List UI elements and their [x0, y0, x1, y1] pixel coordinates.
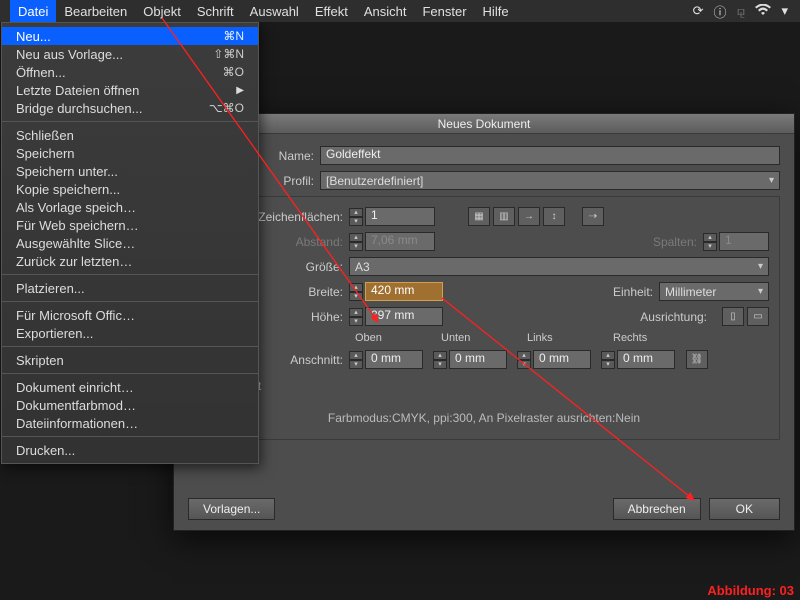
bleed-top-stepper[interactable]: ▴▾ [349, 351, 363, 369]
bleed-bottom-stepper[interactable]: ▴▾ [433, 351, 447, 369]
link-bleed-icon[interactable]: ⛓ [686, 350, 708, 369]
menu-bearbeiten[interactable]: Bearbeiten [56, 0, 135, 22]
advanced-section-toggle[interactable]: ▶ Erweitert [201, 379, 769, 393]
menu-item[interactable]: Für Web speichern… [2, 216, 258, 234]
new-document-dialog: Neues Dokument Name: Goldeffekt Profil: … [173, 113, 795, 531]
menu-item[interactable]: Drucken... [2, 441, 258, 459]
settings-panel: Anzahl an Zeichenflächen: ▴▾ 1 ▦ ▥ → ↕ ⇢… [188, 196, 780, 440]
grid-by-row-icon[interactable]: ▦ [468, 207, 490, 226]
menu-item[interactable]: Dokumentfarbmod… [2, 396, 258, 414]
templates-button[interactable]: Vorlagen... [188, 498, 275, 520]
menu-schrift[interactable]: Schrift [189, 0, 242, 22]
menu-item[interactable]: Kopie speichern... [2, 180, 258, 198]
row-ltr-icon[interactable]: → [518, 207, 540, 226]
bleed-right-label: Rechts [613, 332, 685, 344]
width-stepper[interactable]: ▴▾ [349, 283, 363, 301]
rearrange-icon[interactable]: ⇢ [582, 207, 604, 226]
bleed-left-label: Links [527, 332, 613, 344]
unit-dropdown[interactable]: Millimeter [659, 282, 769, 301]
columns-stepper: ▴▾ [703, 233, 717, 251]
figure-caption: Abbildung: 03 [707, 583, 794, 598]
spacing-input: 7,06 mm [365, 232, 435, 251]
menu-auswahl[interactable]: Auswahl [242, 0, 307, 22]
orientation-landscape-icon[interactable]: ▭ [747, 307, 769, 326]
menu-item[interactable]: Neu...⌘N [2, 27, 258, 45]
orientation-portrait-icon[interactable]: ▯ [722, 307, 744, 326]
menu-item[interactable]: Neu aus Vorlage...⇧⌘N [2, 45, 258, 63]
cancel-button[interactable]: Abbrechen [613, 498, 701, 520]
menu-fenster[interactable]: Fenster [414, 0, 474, 22]
height-input[interactable]: 297 mm [365, 307, 443, 326]
orientation-label: Ausrichtung: [640, 310, 713, 324]
height-stepper[interactable]: ▴▾ [349, 308, 363, 326]
file-menu-dropdown: Neu...⌘NNeu aus Vorlage...⇧⌘NÖffnen...⌘O… [1, 22, 259, 464]
bleed-right-input[interactable]: 0 mm [617, 350, 675, 369]
menu-item[interactable]: Schließen [2, 126, 258, 144]
menu-item[interactable]: Platzieren... [2, 279, 258, 297]
menu-item[interactable]: Skripten [2, 351, 258, 369]
row-rtl-icon[interactable]: ↕ [543, 207, 565, 226]
bleed-top-label: Oben [355, 332, 441, 344]
menu-datei[interactable]: Datei [10, 0, 56, 22]
bluetooth-icon: ⚼ [736, 3, 745, 19]
menu-item[interactable]: Dateiinformationen… [2, 414, 258, 432]
width-input[interactable]: 420 mm [365, 282, 443, 301]
menu-item[interactable]: Als Vorlage speich… [2, 198, 258, 216]
unit-label: Einheit: [613, 285, 659, 299]
bleed-bottom-input[interactable]: 0 mm [449, 350, 507, 369]
info-icon: ⓘ [713, 2, 726, 21]
columns-input: 1 [719, 232, 769, 251]
columns-label: Spalten: [653, 235, 703, 249]
size-dropdown[interactable]: A3 [349, 257, 769, 276]
menu-item[interactable]: Exportieren... [2, 324, 258, 342]
wifi-icon [755, 4, 771, 19]
profile-dropdown[interactable]: [Benutzerdefiniert] [320, 171, 780, 190]
document-summary: Farbmodus:CMYK, ppi:300, An Pixelraster … [199, 411, 769, 425]
bleed-left-stepper[interactable]: ▴▾ [517, 351, 531, 369]
menu-ansicht[interactable]: Ansicht [356, 0, 415, 22]
spacing-stepper: ▴▾ [349, 233, 363, 251]
menubar: Datei Bearbeiten Objekt Schrift Auswahl … [0, 0, 800, 22]
menu-objekt[interactable]: Objekt [135, 0, 189, 22]
name-input[interactable]: Goldeffekt [320, 146, 780, 165]
menu-hilfe[interactable]: Hilfe [475, 0, 517, 22]
menu-item[interactable]: Dokument einricht… [2, 378, 258, 396]
menu-item[interactable]: Ausgewählte Slice… [2, 234, 258, 252]
bleed-right-stepper[interactable]: ▴▾ [601, 351, 615, 369]
menu-item[interactable]: Zurück zur letzten… [2, 252, 258, 270]
bleed-top-input[interactable]: 0 mm [365, 350, 423, 369]
artboards-stepper[interactable]: ▴▾ [349, 208, 363, 226]
menu-item[interactable]: Speichern [2, 144, 258, 162]
menu-item[interactable]: Speichern unter... [2, 162, 258, 180]
dialog-title: Neues Dokument [174, 114, 794, 134]
grid-by-col-icon[interactable]: ▥ [493, 207, 515, 226]
menu-item[interactable]: Letzte Dateien öffnen▶ [2, 81, 258, 99]
bleed-bottom-label: Unten [441, 332, 527, 344]
bleed-left-input[interactable]: 0 mm [533, 350, 591, 369]
artboards-input[interactable]: 1 [365, 207, 435, 226]
menu-item[interactable]: Für Microsoft Offic… [2, 306, 258, 324]
menu-item[interactable]: Öffnen...⌘O [2, 63, 258, 81]
menu-item[interactable]: Bridge durchsuchen...⌥⌘O [2, 99, 258, 117]
menu-effekt[interactable]: Effekt [307, 0, 356, 22]
sync-icon: ⟳ [693, 3, 704, 19]
dropdown-icon: ▾ [781, 3, 788, 19]
ok-button[interactable]: OK [709, 498, 780, 520]
menubar-status-icons: ⟳ ⓘ ⚼ ▾ [693, 2, 800, 21]
